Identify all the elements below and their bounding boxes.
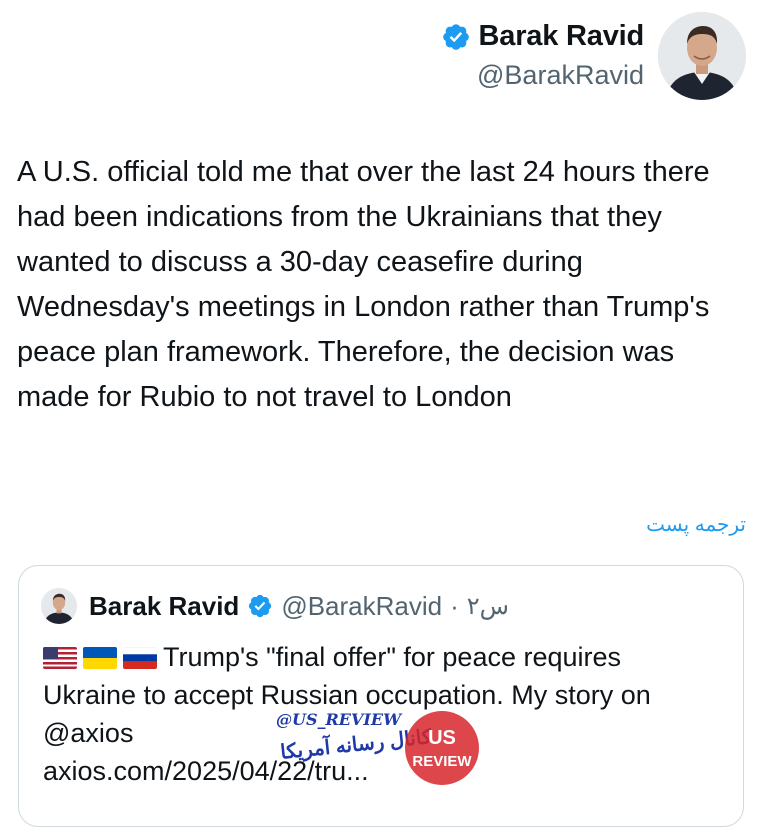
quoted-author-avatar[interactable] [41,588,77,624]
russia-flag-icon [123,647,157,669]
author-avatar[interactable] [658,12,746,100]
avatar-portrait [41,588,77,624]
quoted-line-1: Trump's "final offer" for peace requires [43,638,733,676]
tweet-header: Barak Ravid @BarakRavid [0,0,762,110]
verified-badge-icon [249,594,272,618]
quoted-tweet-header: Barak Ravid @BarakRavid · ۲س [41,588,509,624]
meta-separator: · [450,590,459,621]
quoted-author-handle[interactable]: @BarakRavid [281,591,442,622]
author-display-name[interactable]: Barak Ravid [479,20,645,53]
quoted-tweet-card[interactable]: Barak Ravid @BarakRavid · ۲س Trump's "fi… [18,565,744,827]
quoted-text-line-1: Trump's "final offer" for peace requires [163,642,622,672]
avatar-portrait [658,12,746,100]
axios-mention-link[interactable]: @axios [43,714,733,752]
translate-post-link[interactable]: ترجمه پست [646,512,746,537]
axios-story-link[interactable]: axios.com/2025/04/22/tru... [43,752,733,790]
quoted-text-line-2: Ukraine to accept Russian occupation. My… [43,680,651,710]
us-flag-icon [43,647,77,669]
tweet-body: A U.S. official told me that over the la… [17,156,710,413]
quoted-author-name[interactable]: Barak Ravid [89,591,239,622]
verified-badge-icon [442,23,469,50]
quoted-timestamp[interactable]: ۲س [467,592,509,621]
author-handle[interactable]: @BarakRavid [477,60,644,91]
author-name-row[interactable]: Barak Ravid [441,20,644,53]
ukraine-flag-icon [83,647,117,669]
quoted-tweet-body: Trump's "final offer" for peace requires… [43,638,733,790]
